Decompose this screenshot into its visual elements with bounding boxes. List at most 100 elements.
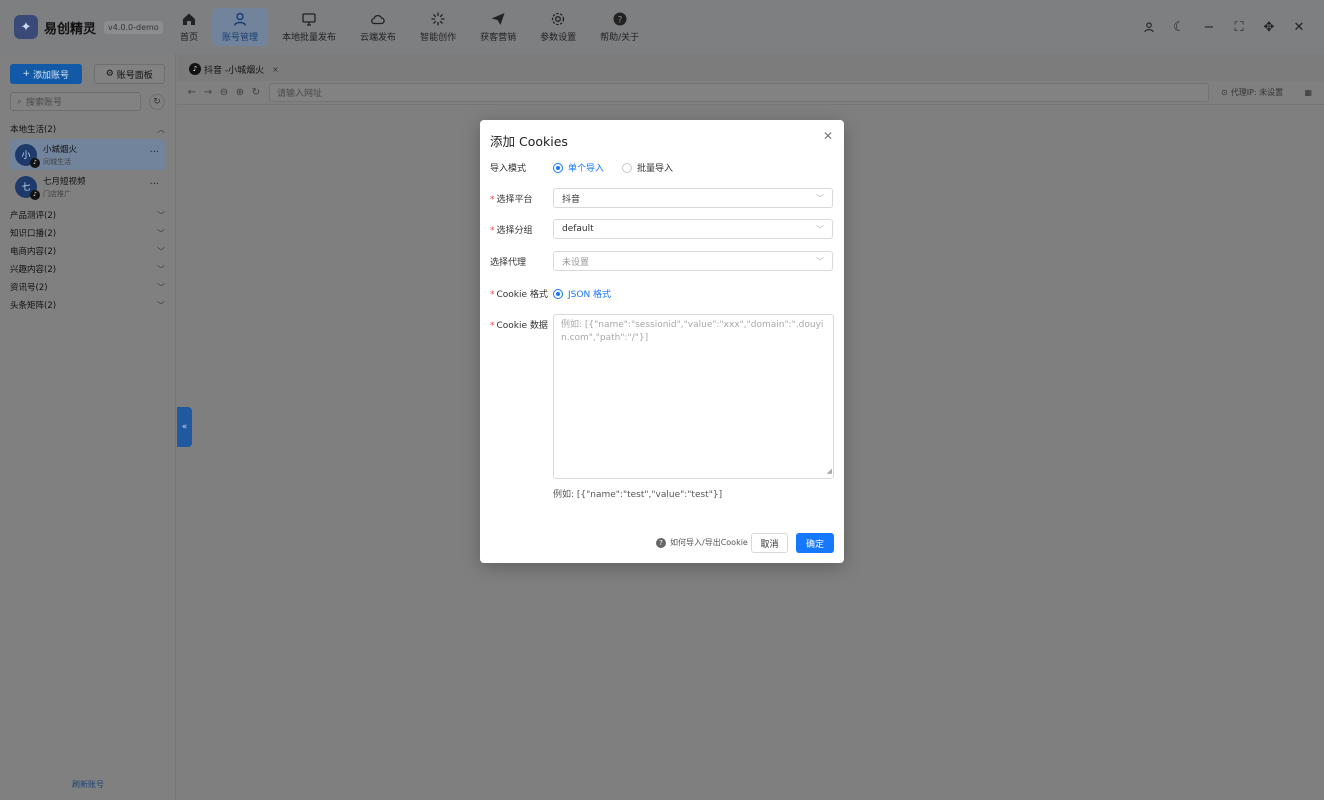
send-icon xyxy=(491,13,505,25)
chevron-down-icon: ﹀ xyxy=(157,282,165,292)
confirm-button[interactable]: 确定 xyxy=(796,533,834,553)
chevron-down-icon: ﹀ xyxy=(816,256,824,266)
reload-icon[interactable]: ↻ xyxy=(249,87,263,98)
douyin-icon: ♪ xyxy=(189,63,201,75)
nav-label: 首页 xyxy=(180,33,199,43)
select-value: default xyxy=(562,224,594,234)
batch-import-radio[interactable]: 批量导入 xyxy=(622,161,673,174)
nav-local-batch-publish[interactable]: 本地批量发布 xyxy=(272,8,346,46)
group-label: 兴趣内容(2) xyxy=(10,265,57,275)
back-icon[interactable]: ← xyxy=(185,87,199,98)
json-format-radio[interactable]: JSON 格式 xyxy=(553,287,611,300)
refresh-accounts-link[interactable]: 刷新账号 xyxy=(0,779,176,790)
cloud-icon xyxy=(371,14,385,25)
avatar-initial: 小 xyxy=(21,151,31,161)
address-bar: ← → ⊖ ⊕ ↻ 请输入网址 ⊙ 代理IP: 未设置 ▦ xyxy=(177,81,1324,105)
gear-icon xyxy=(551,12,565,26)
account-item[interactable]: 小 ♪ 小城烟火 同城生活 ··· xyxy=(10,139,165,170)
add-account-label: 添加账号 xyxy=(33,70,70,81)
add-account-button[interactable]: + 添加账号 xyxy=(10,64,82,84)
main-nav: 首页 账号管理 本地批量发布 云端发布 智能创作 获客营销 参数设置 ? 帮助/ xyxy=(170,0,653,54)
group-ecommerce[interactable]: 电商内容(2) ﹀ xyxy=(0,242,175,260)
resize-handle-icon[interactable]: ◢ xyxy=(827,465,832,478)
nav-label: 帮助/关于 xyxy=(600,33,640,43)
location-icon: ⊙ xyxy=(1221,88,1228,97)
nav-label: 云端发布 xyxy=(360,33,397,43)
account-subtitle: 同城生活 xyxy=(43,157,71,166)
help-icon: ? xyxy=(613,12,627,26)
group-toutiao[interactable]: 头条矩阵(2) ﹀ xyxy=(0,296,175,314)
group-label: * 选择分组 xyxy=(490,225,533,236)
import-mode-label: 导入模式 xyxy=(490,164,527,174)
brand: ✦ 易创精灵 v4.0.0-demo xyxy=(0,15,170,39)
nav-marketing[interactable]: 获客营销 xyxy=(470,8,526,46)
collapse-sidebar-icon[interactable]: « xyxy=(177,407,192,447)
maximize-icon[interactable]: ⛶ xyxy=(1232,20,1246,35)
window-controls: ☾ − ⛶ ✥ ✕ xyxy=(1126,0,1306,54)
spark-icon xyxy=(431,12,445,26)
close-tab-icon[interactable]: × xyxy=(272,65,279,74)
cancel-button[interactable]: 取消 xyxy=(751,533,788,553)
move-icon[interactable]: ✥ xyxy=(1262,20,1276,35)
cookie-help-link[interactable]: ? 如何导入/导出Cookie xyxy=(656,537,748,548)
home-icon xyxy=(183,13,195,25)
close-window-icon[interactable]: ✕ xyxy=(1292,20,1306,35)
avatar: 七 ♪ xyxy=(15,175,40,200)
group-knowledge[interactable]: 知识口播(2) ﹀ xyxy=(0,224,175,242)
proxy-select[interactable]: 未设置 ﹀ xyxy=(553,251,833,271)
select-value: 抖音 xyxy=(562,194,581,205)
group-select[interactable]: default ﹀ xyxy=(553,219,833,239)
user-profile-icon[interactable] xyxy=(1142,20,1156,34)
nav-smart-create[interactable]: 智能创作 xyxy=(410,8,466,46)
close-icon[interactable]: ✕ xyxy=(823,129,833,143)
app-name: 易创精灵 xyxy=(44,21,97,37)
search-icon: ⌕ xyxy=(17,96,23,107)
search-placeholder: 搜索账号 xyxy=(26,98,63,108)
account-panel-button[interactable]: ⚙ 账号面板 xyxy=(93,64,165,84)
radio-label: JSON 格式 xyxy=(568,290,612,300)
more-icon[interactable]: ··· xyxy=(149,179,159,190)
group-row: * 选择分组 default ﹀ xyxy=(490,219,833,239)
nav-home[interactable]: 首页 xyxy=(170,8,208,46)
group-product-review[interactable]: 产品测评(2) ﹀ xyxy=(0,206,175,224)
svg-text:?: ? xyxy=(617,16,622,26)
browser-tab[interactable]: ♪ 抖音 -小城烟火 × xyxy=(183,57,285,81)
group-label: 电商内容(2) xyxy=(10,247,57,257)
minimize-icon[interactable]: − xyxy=(1202,20,1216,35)
nav-account-management[interactable]: 账号管理 xyxy=(212,8,269,46)
help-icon: ? xyxy=(656,537,666,548)
cookie-data-textarea[interactable]: 例如: [{"name":"sessionid","value":"xxx","… xyxy=(553,314,834,479)
select-value: 未设置 xyxy=(562,257,590,268)
proxy-label: 选择代理 xyxy=(490,257,527,268)
platform-select[interactable]: 抖音 ﹀ xyxy=(553,188,833,208)
group-news[interactable]: 资讯号(2) ﹀ xyxy=(0,278,175,296)
account-item[interactable]: 七 ♪ 七月短视频 门店推广 ··· xyxy=(10,171,165,202)
grid-icon[interactable]: ▦ xyxy=(1304,88,1312,97)
help-link-label: 如何导入/导出Cookie xyxy=(670,538,748,547)
account-search-input[interactable]: ⌕ 搜索账号 xyxy=(10,92,141,111)
url-input[interactable]: 请输入网址 xyxy=(269,83,1209,102)
refresh-icon[interactable]: ↻ xyxy=(149,93,165,110)
forward-icon[interactable]: → xyxy=(201,87,215,98)
group-label: 产品测评(2) xyxy=(10,211,57,221)
nav-cloud-publish[interactable]: 云端发布 xyxy=(350,8,406,46)
moon-icon[interactable]: ☾ xyxy=(1172,20,1186,35)
chevron-down-icon: ﹀ xyxy=(157,300,165,310)
zoom-out-icon[interactable]: ⊖ xyxy=(217,87,231,98)
group-interest[interactable]: 兴趣内容(2) ﹀ xyxy=(0,260,175,278)
group-local-life[interactable]: 本地生活(2) ︿ xyxy=(0,120,175,138)
more-icon[interactable]: ··· xyxy=(149,147,159,158)
browser-tab-bar: ♪ 抖音 -小城烟火 × xyxy=(177,54,1324,81)
avatar-initial: 七 xyxy=(21,183,31,193)
nav-settings[interactable]: 参数设置 xyxy=(530,8,586,46)
nav-help[interactable]: ? 帮助/关于 xyxy=(590,8,649,46)
zoom-in-icon[interactable]: ⊕ xyxy=(233,87,247,98)
cookie-data-row: * Cookie 数据 xyxy=(490,318,553,331)
dialog-title: 添加 Cookies xyxy=(490,134,568,149)
chevron-down-icon: ﹀ xyxy=(157,228,165,238)
radio-dot xyxy=(622,162,633,173)
url-placeholder: 请输入网址 xyxy=(277,89,323,99)
avatar: 小 ♪ xyxy=(15,143,40,168)
single-import-radio[interactable]: 单个导入 xyxy=(553,161,604,174)
account-panel-label: 账号面板 xyxy=(116,70,153,81)
